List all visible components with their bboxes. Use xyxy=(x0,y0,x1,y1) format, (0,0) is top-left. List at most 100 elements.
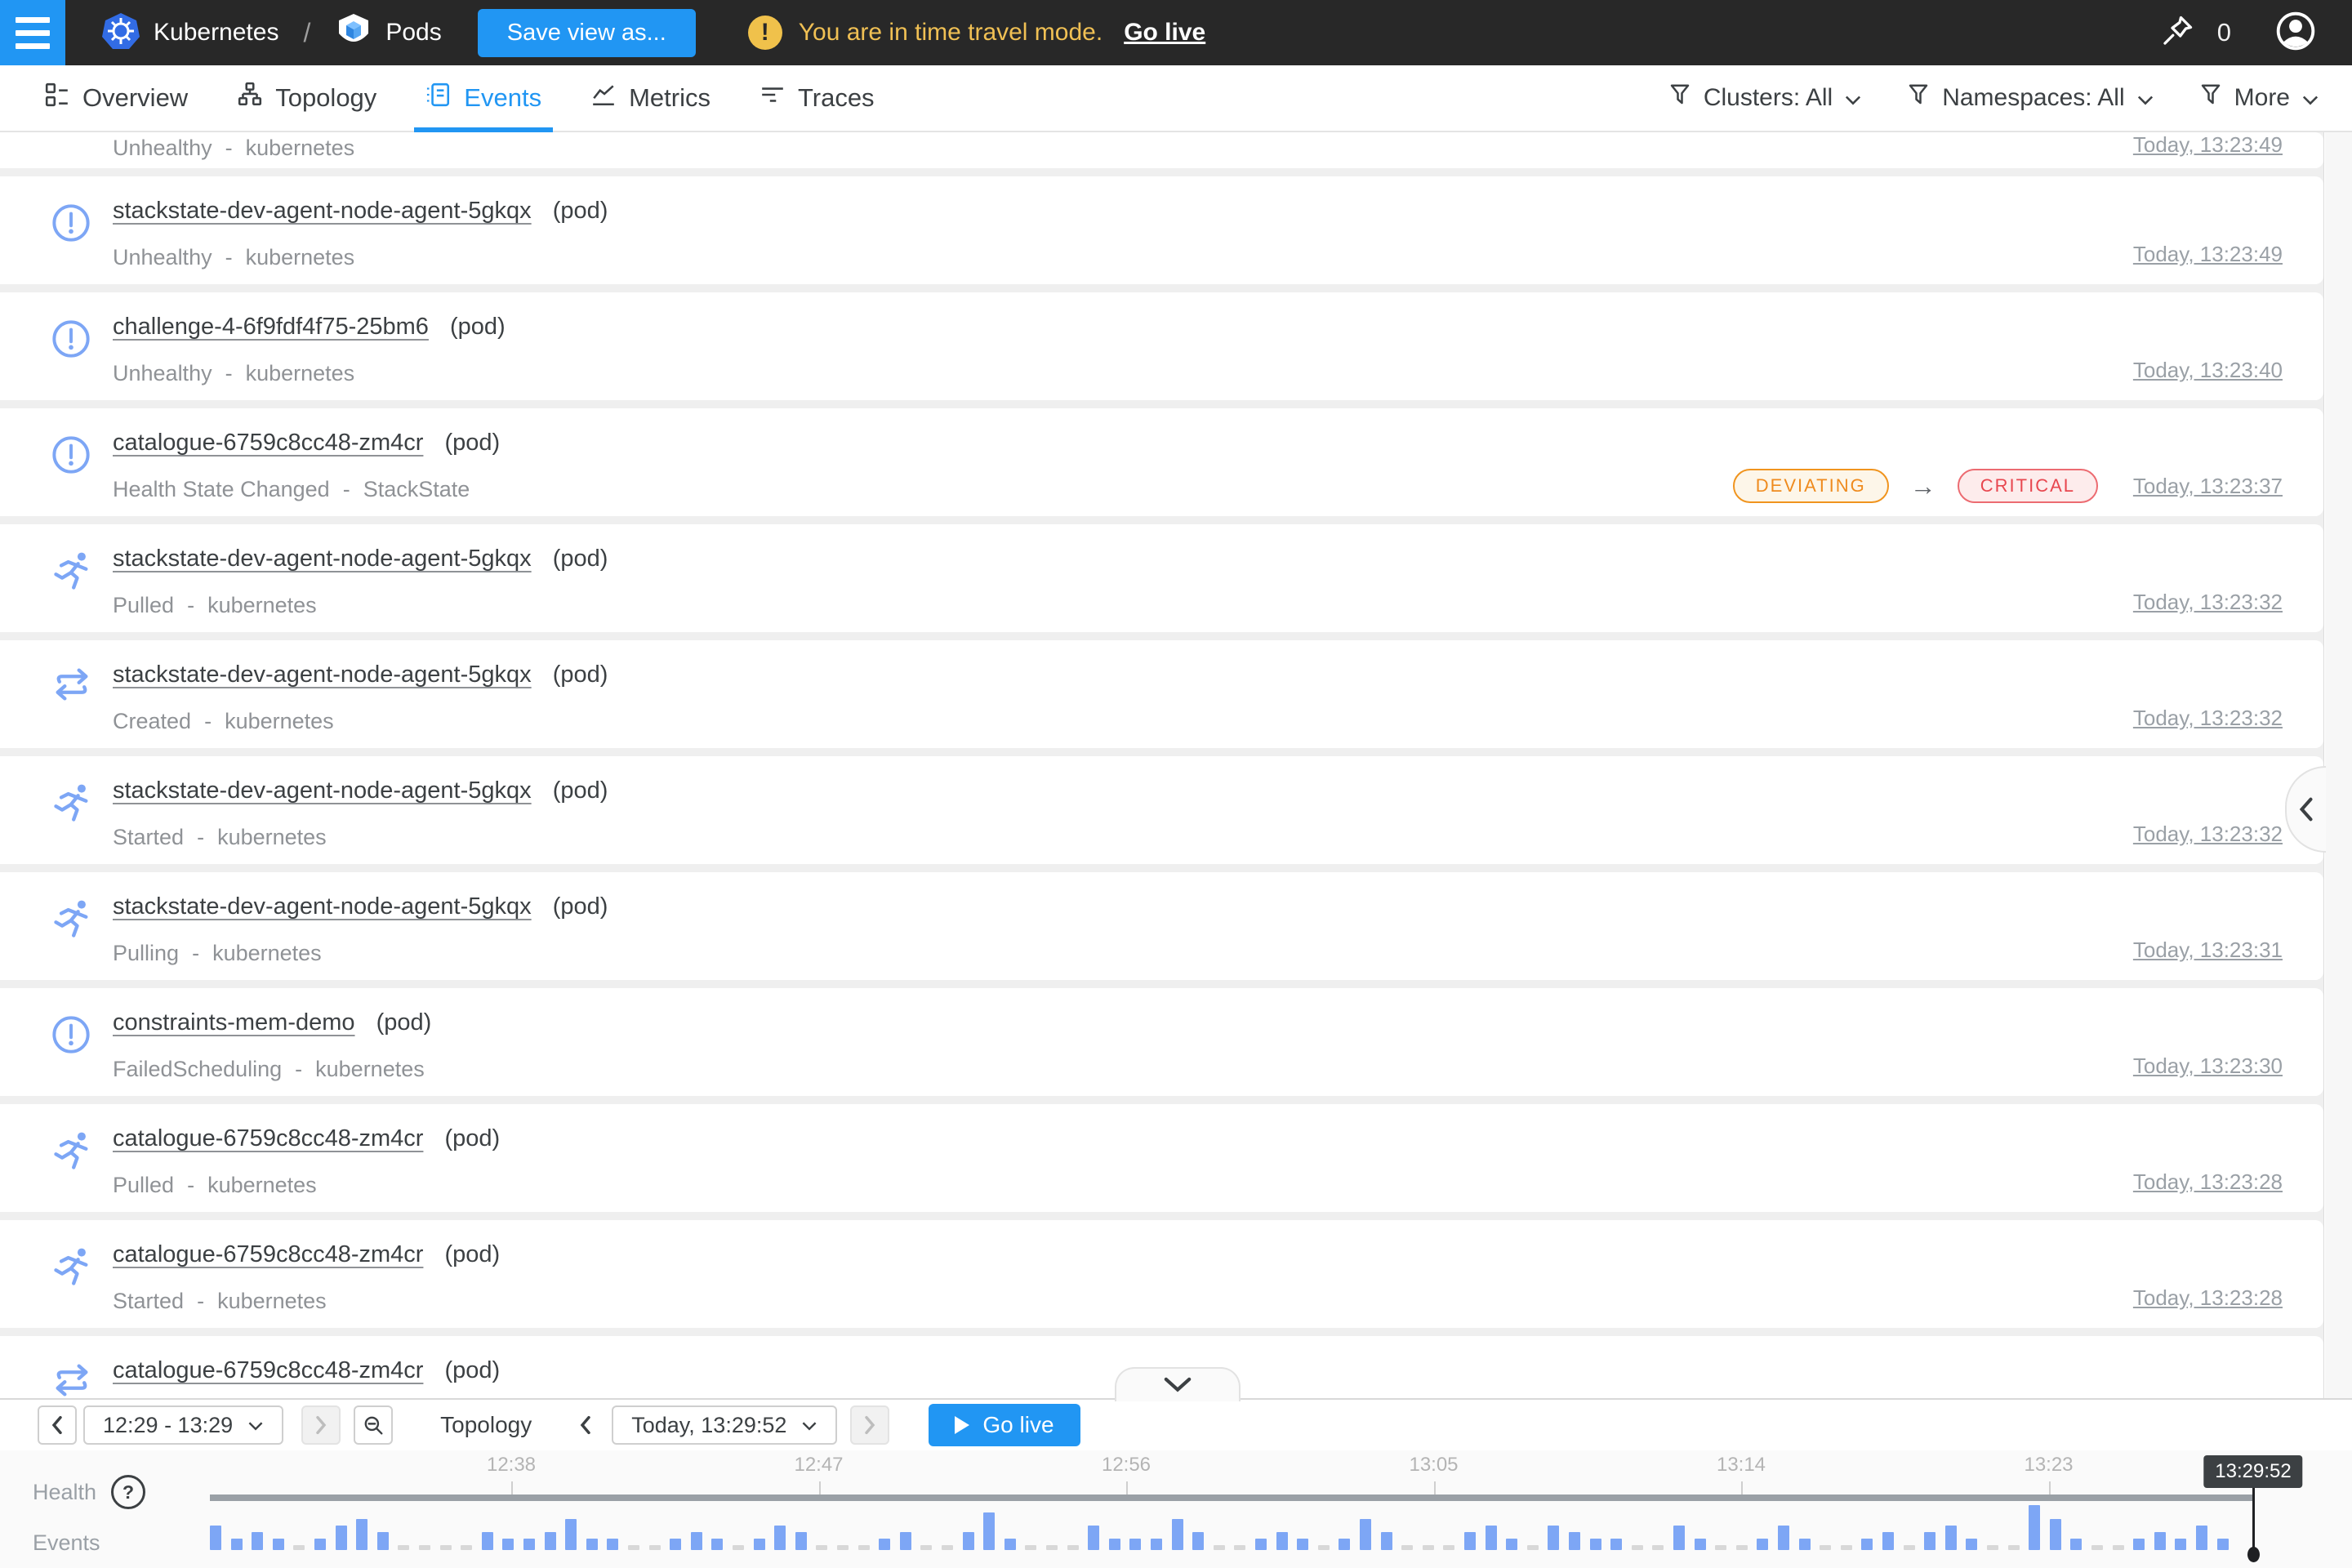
tab-topology[interactable]: Topology xyxy=(225,65,388,131)
tab-metrics[interactable]: Metrics xyxy=(579,65,722,131)
histogram-bar[interactable] xyxy=(670,1539,681,1550)
histogram-empty-slot[interactable] xyxy=(1736,1545,1748,1550)
event-row[interactable]: stackstate-dev-agent-node-agent-5gkqx (p… xyxy=(0,176,2323,284)
histogram-bar[interactable] xyxy=(545,1532,556,1550)
histogram-empty-slot[interactable] xyxy=(733,1545,744,1550)
histogram-bar[interactable] xyxy=(1381,1532,1392,1550)
histogram-empty-slot[interactable] xyxy=(816,1545,827,1550)
histogram-bar[interactable] xyxy=(314,1539,326,1550)
event-row[interactable]: catalogue-6759c8cc48-zm4cr (pod) Started… xyxy=(0,1220,2323,1328)
histogram-bar[interactable] xyxy=(1945,1526,1957,1550)
zoom-out-button[interactable] xyxy=(354,1405,393,1445)
histogram-empty-slot[interactable] xyxy=(1067,1545,1079,1550)
histogram-empty-slot[interactable] xyxy=(461,1545,472,1550)
histogram-bar[interactable] xyxy=(754,1539,765,1550)
histogram-empty-slot[interactable] xyxy=(1841,1545,1852,1550)
histogram-bar[interactable] xyxy=(356,1519,368,1550)
event-pod-link[interactable]: constraints-mem-demo xyxy=(113,1009,355,1036)
histogram-bar[interactable] xyxy=(252,1532,263,1550)
histogram-bar[interactable] xyxy=(795,1532,807,1550)
event-row[interactable]: stackstate-dev-agent-node-agent-5gkqx (p… xyxy=(0,524,2323,632)
histogram-bar[interactable] xyxy=(691,1532,702,1550)
help-icon[interactable]: ? xyxy=(111,1475,145,1509)
tab-overview[interactable]: Overview xyxy=(33,65,199,131)
histogram-bar[interactable] xyxy=(231,1539,243,1550)
event-row[interactable]: stackstate-dev-agent-node-agent-5gkqx (p… xyxy=(0,872,2323,980)
more-filters[interactable]: More xyxy=(2198,82,2319,114)
expand-list-button[interactable] xyxy=(1115,1367,1241,1401)
go-live-button[interactable]: Go live xyxy=(929,1404,1080,1446)
histogram-bar[interactable] xyxy=(2217,1539,2229,1550)
event-timestamp-link[interactable]: Today, 13:23:32 xyxy=(2133,590,2283,615)
event-row[interactable]: stackstate-dev-agent-node-agent-5gkqx (p… xyxy=(0,756,2323,864)
histogram-empty-slot[interactable] xyxy=(440,1545,452,1550)
histogram-empty-slot[interactable] xyxy=(398,1545,409,1550)
histogram-bar[interactable] xyxy=(774,1526,786,1550)
histogram-bar[interactable] xyxy=(1004,1539,1016,1550)
histogram-bar[interactable] xyxy=(523,1539,535,1550)
histogram-empty-slot[interactable] xyxy=(1234,1545,1245,1550)
histogram-bar[interactable] xyxy=(1192,1532,1204,1550)
histogram-bar[interactable] xyxy=(983,1512,995,1550)
histogram-empty-slot[interactable] xyxy=(1715,1545,1726,1550)
health-timeline-bar[interactable] xyxy=(210,1494,2253,1501)
histogram-bar[interactable] xyxy=(2070,1539,2082,1550)
histogram-bar[interactable] xyxy=(1966,1539,1977,1550)
histogram-empty-slot[interactable] xyxy=(920,1545,932,1550)
histogram-bar[interactable] xyxy=(1360,1519,1371,1550)
histogram-bar[interactable] xyxy=(2154,1532,2166,1550)
histogram-empty-slot[interactable] xyxy=(1987,1545,1998,1550)
histogram-bar[interactable] xyxy=(1129,1539,1141,1550)
namespaces-filter[interactable]: Namespaces: All xyxy=(1906,82,2154,114)
histogram-bar[interactable] xyxy=(1506,1539,1517,1550)
histogram-bar[interactable] xyxy=(1548,1526,1559,1550)
time-range-select[interactable]: 12:29 - 13:29 xyxy=(83,1405,283,1445)
histogram-bar[interactable] xyxy=(1610,1539,1622,1550)
breadcrumb-view[interactable]: Pods xyxy=(385,19,441,47)
histogram-bar[interactable] xyxy=(1673,1526,1685,1550)
event-pod-link[interactable]: stackstate-dev-agent-node-agent-5gkqx xyxy=(113,546,532,572)
histogram-bar[interactable] xyxy=(1276,1532,1288,1550)
histogram-empty-slot[interactable] xyxy=(419,1545,430,1550)
topology-time-select[interactable]: Today, 13:29:52 xyxy=(612,1405,837,1445)
cursor-handle[interactable] xyxy=(2247,1547,2260,1562)
cursor-line[interactable] xyxy=(2252,1488,2255,1550)
histogram-empty-slot[interactable] xyxy=(1214,1545,1225,1550)
user-avatar-icon[interactable] xyxy=(2275,11,2316,56)
histogram-bar[interactable] xyxy=(273,1539,284,1550)
histogram-bar[interactable] xyxy=(1172,1519,1183,1550)
histogram-bar[interactable] xyxy=(377,1532,389,1550)
event-timestamp-link[interactable]: Today, 13:23:30 xyxy=(2133,1054,2283,1079)
histogram-bar[interactable] xyxy=(2196,1526,2207,1550)
event-pod-link[interactable]: stackstate-dev-agent-node-agent-5gkqx xyxy=(113,198,532,224)
event-pod-link[interactable]: catalogue-6759c8cc48-zm4cr xyxy=(113,1241,423,1267)
event-timestamp-link[interactable]: Today, 13:23:49 xyxy=(2133,132,2283,158)
go-live-link[interactable]: Go live xyxy=(1124,19,1205,47)
histogram-bar[interactable] xyxy=(1464,1532,1476,1550)
histogram-bar[interactable] xyxy=(1297,1539,1308,1550)
event-pod-link[interactable]: stackstate-dev-agent-node-agent-5gkqx xyxy=(113,777,532,804)
histogram-bar[interactable] xyxy=(879,1539,890,1550)
event-row[interactable]: challenge-4-6f9fdf4f75-25bm6 (pod) Unhea… xyxy=(0,292,2323,400)
histogram-empty-slot[interactable] xyxy=(2008,1545,2020,1550)
previous-range-button[interactable] xyxy=(38,1405,77,1445)
event-timestamp-link[interactable]: Today, 13:23:31 xyxy=(2133,938,2283,963)
histogram-empty-slot[interactable] xyxy=(1025,1545,1036,1550)
histogram-empty-slot[interactable] xyxy=(837,1545,849,1550)
histogram-empty-slot[interactable] xyxy=(1820,1545,1831,1550)
event-row[interactable]: stackstate-dev-agent-node-agent-5gkqx (p… xyxy=(0,640,2323,748)
clusters-filter[interactable]: Clusters: All xyxy=(1668,82,1862,114)
tab-traces[interactable]: Traces xyxy=(748,65,886,131)
histogram-bar[interactable] xyxy=(900,1532,911,1550)
histogram-bar[interactable] xyxy=(1882,1532,1894,1550)
histogram-bar[interactable] xyxy=(2050,1519,2061,1550)
histogram-bar[interactable] xyxy=(1695,1539,1706,1550)
tab-events[interactable]: Events xyxy=(414,65,553,131)
histogram-bar[interactable] xyxy=(1151,1539,1162,1550)
histogram-empty-slot[interactable] xyxy=(1527,1545,1539,1550)
histogram-empty-slot[interactable] xyxy=(2091,1545,2103,1550)
event-pod-link[interactable]: catalogue-6759c8cc48-zm4cr xyxy=(113,1357,423,1383)
histogram-bar[interactable] xyxy=(1757,1539,1768,1550)
event-timestamp-link[interactable]: Today, 13:23:28 xyxy=(2133,1169,2283,1195)
histogram-bar[interactable] xyxy=(586,1539,598,1550)
